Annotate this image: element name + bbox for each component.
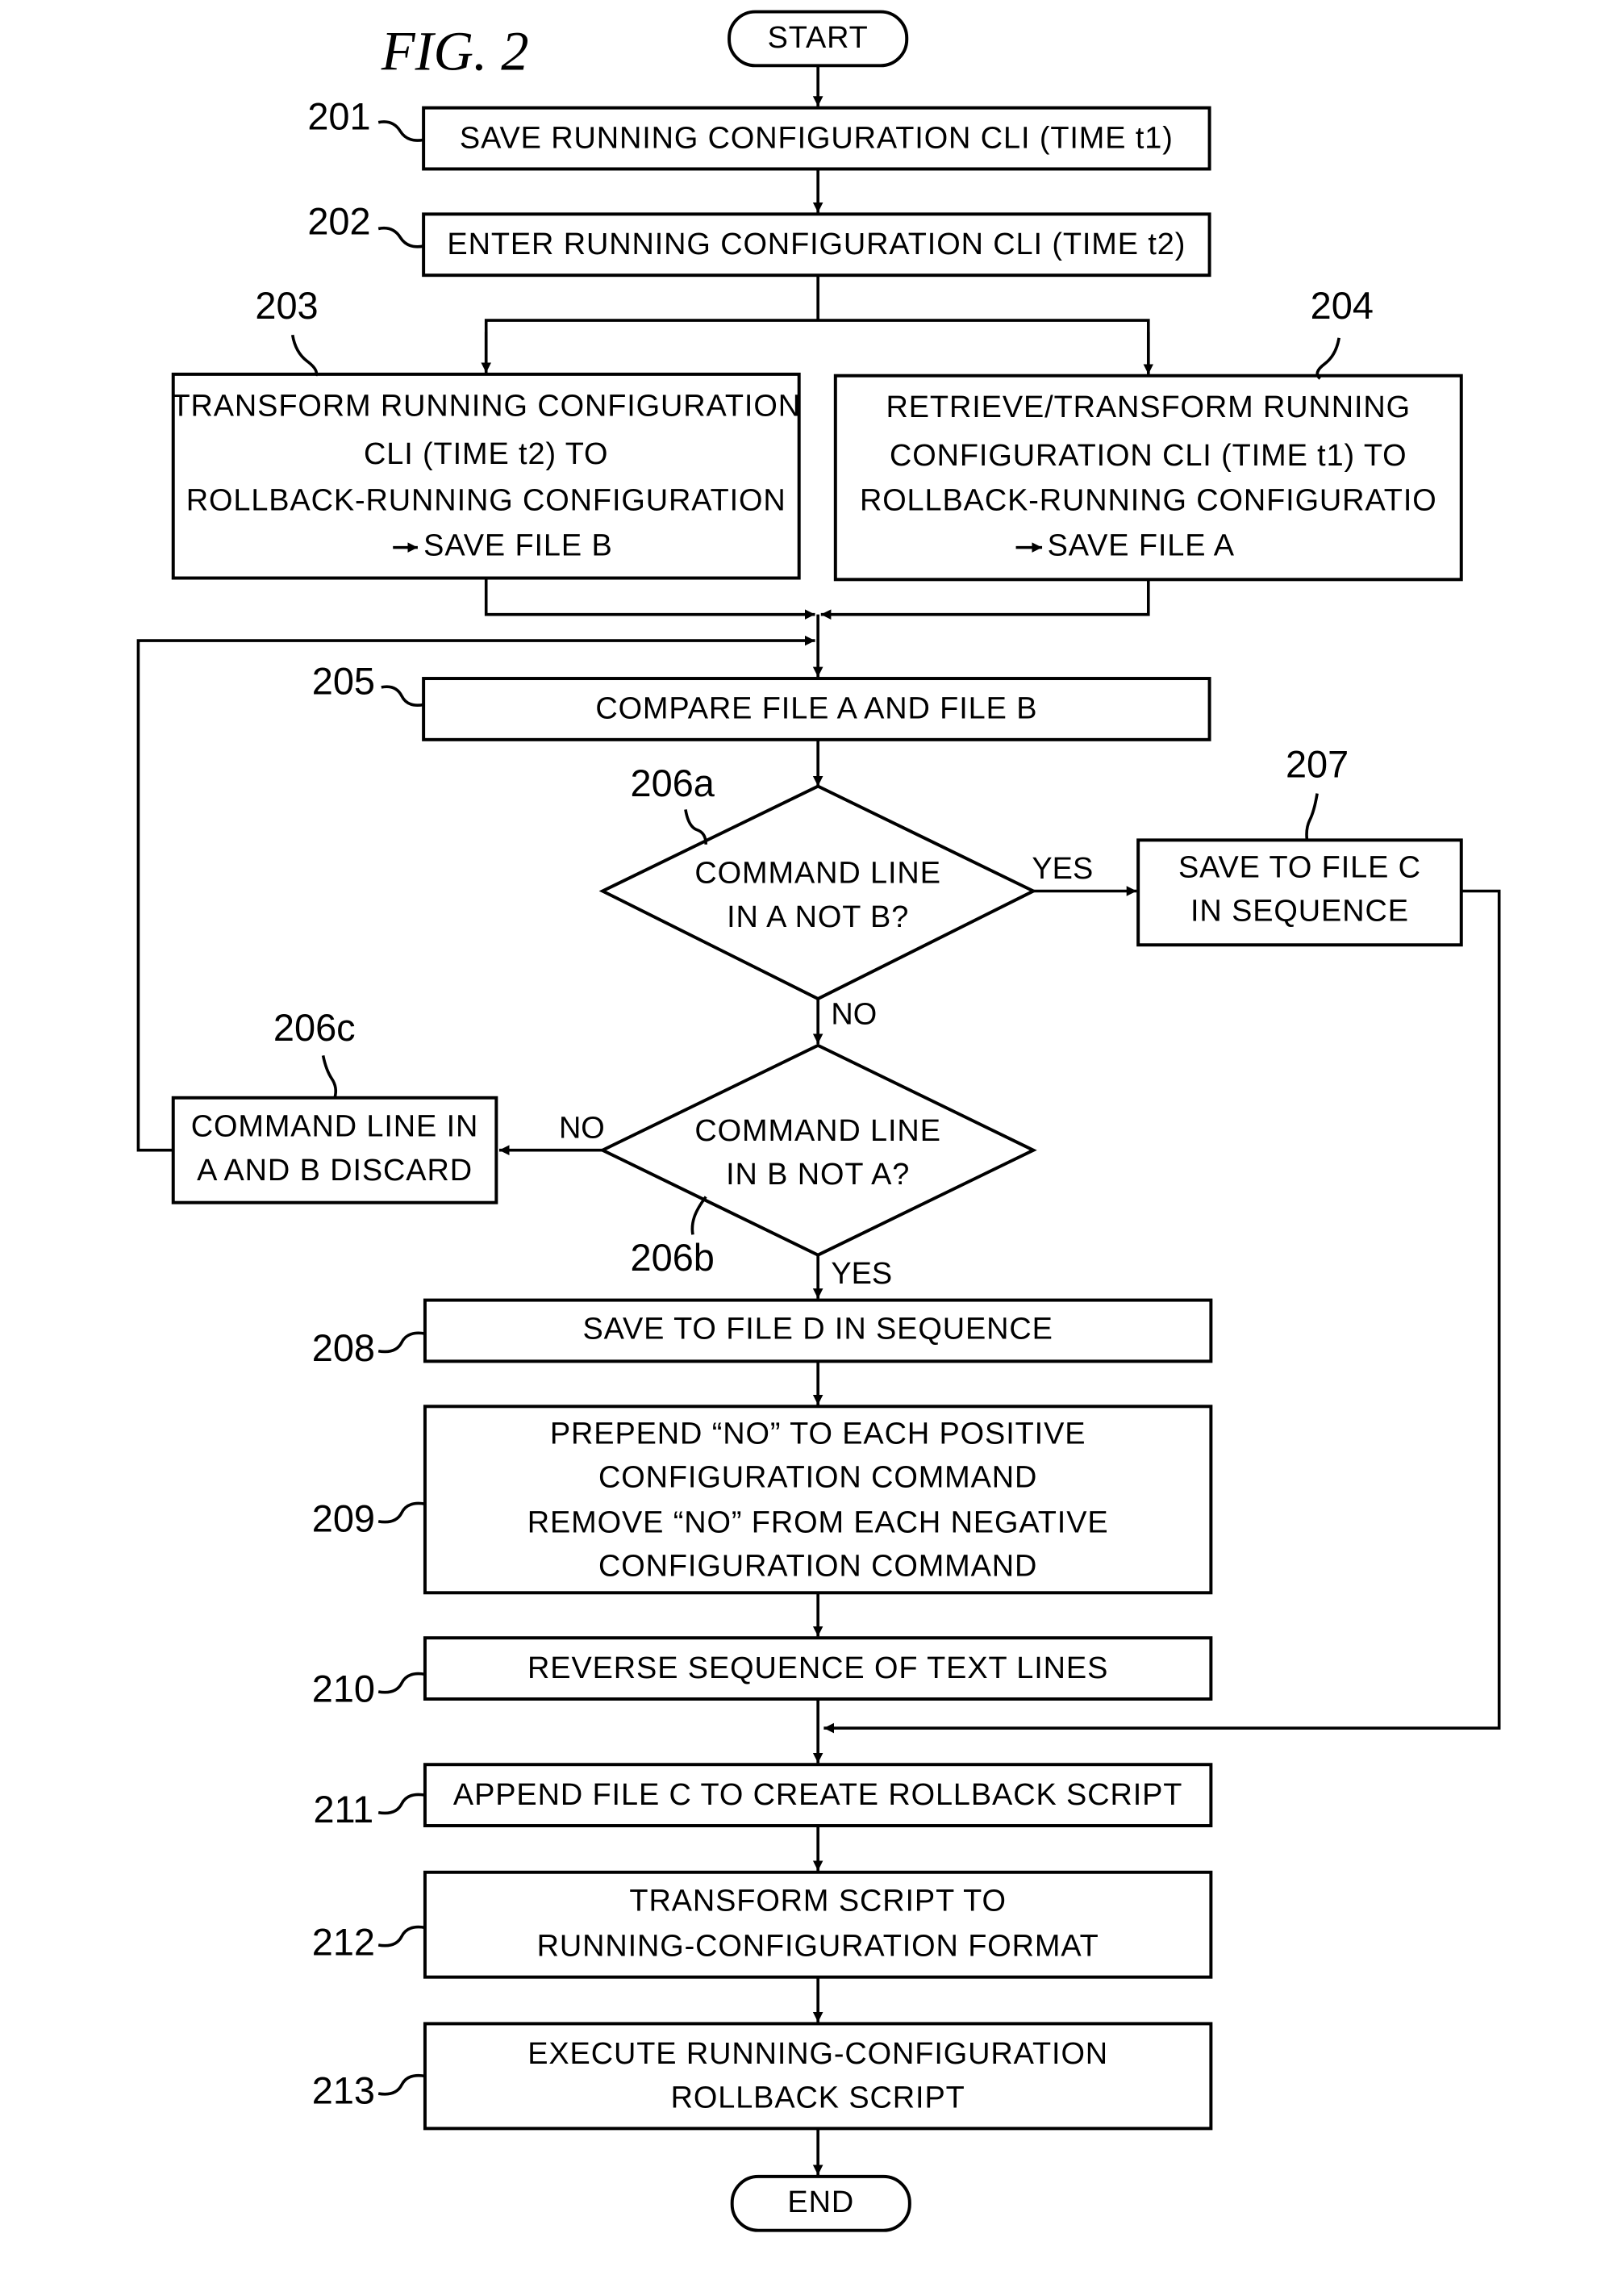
step-213-line2: ROLLBACK SCRIPT — [671, 2081, 965, 2114]
end-label: END — [787, 2185, 854, 2219]
label-206a-yes: YES — [1032, 852, 1093, 886]
merge-from-203 — [484, 579, 815, 620]
step-209-line1: PREPEND “NO” TO EACH POSITIVE — [550, 1417, 1086, 1451]
step-206c-line1: COMMAND LINE IN — [191, 1110, 479, 1144]
step-202-text: ENTER RUNNING CONFIGURATION CLI (TIME t2… — [447, 228, 1186, 261]
leader-208 — [377, 1331, 426, 1354]
decision-206b-line2: IN B NOT A? — [726, 1158, 910, 1192]
step-201: SAVE RUNNING CONFIGURATION CLI (TIME t1)… — [307, 95, 1211, 171]
ref-202: 202 — [307, 200, 370, 242]
leader-205 — [381, 685, 424, 707]
ref-211: 211 — [313, 1789, 373, 1831]
step-201-text: SAVE RUNNING CONFIGURATION CLI (TIME t1) — [460, 121, 1174, 155]
ref-207: 207 — [1286, 744, 1349, 786]
ref-206b: 206b — [631, 1237, 715, 1279]
step-204-line3: ROLLBACK-RUNNING CONFIGURATIO — [860, 484, 1437, 518]
step-205-text: COMPARE FILE A AND FILE B — [595, 692, 1037, 726]
step-212: TRANSFORM SCRIPT TO RUNNING-CONFIGURATIO… — [312, 1870, 1213, 1979]
step-210: REVERSE SEQUENCE OF TEXT LINES 210 — [312, 1636, 1213, 1709]
leader-206a — [684, 809, 708, 845]
start-terminal: START — [728, 10, 909, 68]
step-206c-line2: A AND B DISCARD — [197, 1154, 473, 1188]
step-204-line1: RETRIEVE/TRANSFORM RUNNING — [886, 390, 1411, 424]
step-213-line1: EXECUTE RUNNING-CONFIGURATION — [527, 2037, 1108, 2071]
leader-202 — [377, 226, 424, 248]
leader-210 — [377, 1672, 426, 1694]
ref-203: 203 — [255, 285, 318, 327]
ref-201: 201 — [307, 95, 370, 137]
decision-206a-line2: IN A NOT B? — [727, 900, 909, 934]
step-203-line4: SAVE FILE B — [423, 529, 612, 563]
flowchart: FIG. 2 START SAVE RUNNING CONFIGURATION … — [136, 10, 1501, 2232]
step-207-line1: SAVE TO FILE C — [1178, 850, 1421, 884]
step-211-text: APPEND FILE C TO CREATE ROLLBACK SCRIPT — [453, 1778, 1182, 1812]
split-line — [484, 319, 1150, 374]
leader-209 — [377, 1501, 426, 1524]
step-207-line2: IN SEQUENCE — [1190, 895, 1409, 929]
step-212-line1: TRANSFORM SCRIPT TO — [629, 1885, 1006, 1918]
label-206b-yes: YES — [831, 1257, 892, 1291]
end-terminal: END — [730, 2174, 911, 2232]
leader-212 — [377, 1925, 426, 1947]
decision-206a: COMMAND LINE IN A NOT B? 206a — [598, 762, 1037, 1001]
step-204-line2: CONFIGURATION CLI (TIME t1) TO — [890, 439, 1407, 473]
figure-title: FIG. 2 — [381, 21, 529, 82]
step-204-line4: SAVE FILE A — [1048, 529, 1235, 563]
step-203-line2: CLI (TIME t2) TO — [364, 437, 608, 471]
step-209: PREPEND “NO” TO EACH POSITIVE CONFIGURAT… — [312, 1405, 1213, 1595]
leader-206b — [690, 1196, 707, 1235]
leader-204 — [1315, 337, 1340, 380]
decision-206a-line1: COMMAND LINE — [694, 857, 940, 891]
step-209-line4: CONFIGURATION COMMAND — [598, 1550, 1037, 1584]
step-205: COMPARE FILE A AND FILE B 205 — [312, 661, 1211, 741]
step-208-text: SAVE TO FILE D IN SEQUENCE — [582, 1312, 1053, 1346]
leader-203 — [290, 334, 319, 377]
ref-212: 212 — [312, 1921, 375, 1963]
decision-206b: COMMAND LINE IN B NOT A? 206b — [598, 1043, 1037, 1279]
step-210-text: REVERSE SEQUENCE OF TEXT LINES — [527, 1651, 1108, 1685]
leader-211 — [377, 1793, 426, 1815]
step-206c: COMMAND LINE IN A AND B DISCARD 206c — [171, 1007, 498, 1204]
step-212-line2: RUNNING-CONFIGURATION FORMAT — [537, 1930, 1099, 1964]
ref-206a: 206a — [631, 762, 715, 804]
leader-213 — [377, 2073, 426, 2096]
step-213: EXECUTE RUNNING-CONFIGURATION ROLLBACK S… — [312, 2022, 1213, 2131]
step-202: ENTER RUNNING CONFIGURATION CLI (TIME t2… — [307, 200, 1211, 278]
ref-208: 208 — [312, 1327, 375, 1369]
ref-204: 204 — [1311, 285, 1374, 327]
ref-210: 210 — [312, 1668, 375, 1709]
decision-206b-line1: COMMAND LINE — [694, 1114, 940, 1148]
step-203-line1: TRANSFORM RUNNING CONFIGURATION — [171, 389, 801, 423]
label-206a-no: NO — [831, 998, 877, 1032]
step-211: APPEND FILE C TO CREATE ROLLBACK SCRIPT … — [313, 1763, 1213, 1831]
label-206b-no: NO — [559, 1111, 605, 1145]
merge-from-204 — [820, 579, 1150, 620]
step-209-line3: REMOVE “NO” FROM EACH NEGATIVE — [527, 1505, 1109, 1539]
step-209-line2: CONFIGURATION COMMAND — [598, 1461, 1037, 1495]
start-label: START — [768, 21, 869, 55]
ref-205: 205 — [312, 661, 375, 703]
ref-213: 213 — [312, 2069, 375, 2111]
step-208: SAVE TO FILE D IN SEQUENCE 208 — [312, 1298, 1213, 1369]
step-203-line3: ROLLBACK-RUNNING CONFIGURATION — [186, 484, 786, 518]
ref-209: 209 — [312, 1497, 375, 1539]
leader-206c — [321, 1055, 338, 1099]
leader-201 — [377, 120, 424, 142]
ref-206c: 206c — [273, 1007, 356, 1049]
leader-207 — [1305, 793, 1319, 841]
step-207: SAVE TO FILE C IN SEQUENCE 207 — [1136, 744, 1463, 947]
